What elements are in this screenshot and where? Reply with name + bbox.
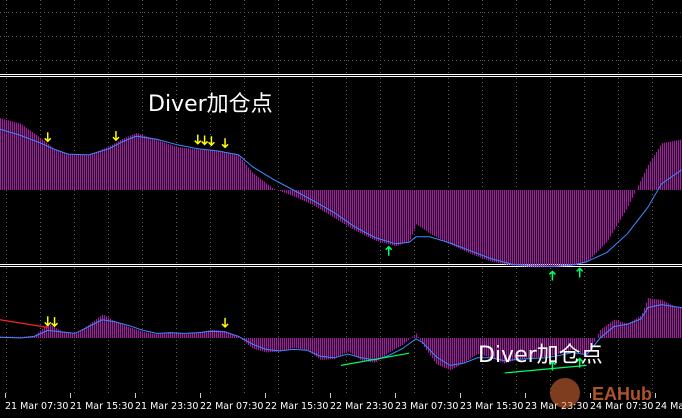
arrow-down-icon — [221, 138, 229, 149]
arrow-up-icon — [548, 270, 556, 281]
arrow-up-icon — [576, 267, 584, 278]
arrow-down-icon — [44, 316, 52, 327]
arrow-down-icon — [194, 134, 202, 145]
upper-annotation-label: Diver加仓点 — [148, 92, 273, 117]
chart-window: 21 Mar 07:30 21 Mar 15:30 21 Mar 23:30 22 M… — [0, 0, 682, 418]
arrow-down-icon — [221, 317, 229, 328]
arrow-down-icon — [51, 317, 59, 328]
lower-annotation-label: Diver加仓点 — [478, 343, 603, 368]
arrow-down-icon — [207, 136, 215, 147]
x-tick-label: 22 Mar 07:30 — [200, 401, 263, 412]
x-tick-label: 22 Mar 23:30 — [330, 401, 393, 412]
robot-head-icon — [550, 378, 580, 408]
arrow-down-icon — [201, 135, 209, 146]
x-tick-label: 21 Mar 07:30 — [5, 401, 68, 412]
x-tick-label: 23 Mar 07:30 — [395, 401, 458, 412]
x-tick-label: 21 Mar 15:30 — [70, 401, 133, 412]
arrow-down-icon — [44, 132, 52, 143]
x-tick-label: 24 Mar 15:30 — [655, 401, 682, 412]
x-tick-label: 22 Mar 15:30 — [265, 401, 328, 412]
x-tick-label: 23 Mar 15:30 — [460, 401, 523, 412]
watermark-text: EAHub — [592, 384, 652, 404]
x-tick-label: 21 Mar 23:30 — [135, 401, 198, 412]
arrow-down-icon — [112, 131, 120, 142]
arrow-up-icon — [385, 245, 393, 256]
